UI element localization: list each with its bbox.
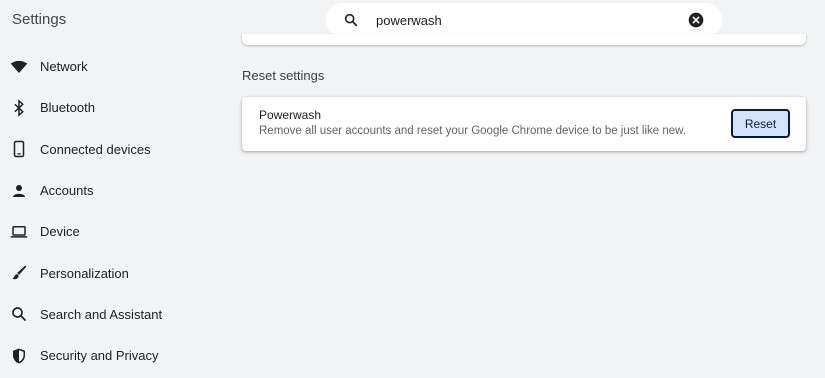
clear-search-icon[interactable] xyxy=(688,12,704,28)
sidebar-item-security-and-privacy[interactable]: Security and Privacy xyxy=(0,335,210,376)
sidebar-item-label: Bluetooth xyxy=(40,100,95,116)
sidebar-item-network[interactable]: Network xyxy=(0,46,210,87)
reset-button[interactable]: Reset xyxy=(731,109,790,138)
sidebar-item-search-and-assistant[interactable]: Search and Assistant xyxy=(0,294,210,335)
search-icon xyxy=(344,13,358,27)
previous-card xyxy=(242,34,806,45)
section-title: Reset settings xyxy=(242,68,325,83)
powerwash-description: Remove all user accounts and reset your … xyxy=(259,125,686,137)
sidebar-item-label: Personalization xyxy=(40,265,129,281)
phone-icon xyxy=(10,140,28,158)
settings-window: Settings Network Bluetooth xyxy=(0,0,825,378)
sidebar-item-bluetooth[interactable]: Bluetooth xyxy=(0,87,210,128)
shield-icon xyxy=(10,347,28,365)
sidebar-item-label: Search and Assistant xyxy=(40,306,163,322)
search-icon xyxy=(10,305,28,323)
search-input[interactable] xyxy=(376,10,676,30)
sidebar: Network Bluetooth Connected devices Acco… xyxy=(0,46,210,376)
sidebar-item-accounts[interactable]: Accounts xyxy=(0,170,210,211)
bluetooth-icon xyxy=(10,99,28,117)
search-box[interactable] xyxy=(326,3,722,37)
sidebar-item-label: Connected devices xyxy=(40,141,151,157)
app-title: Settings xyxy=(12,11,67,28)
sidebar-item-label: Device xyxy=(40,224,80,240)
sidebar-item-connected-devices[interactable]: Connected devices xyxy=(0,129,210,170)
sidebar-item-label: Security and Privacy xyxy=(40,348,159,364)
laptop-icon xyxy=(10,223,28,241)
powerwash-title: Powerwash xyxy=(259,108,322,122)
wifi-icon xyxy=(10,58,28,76)
sidebar-item-label: Accounts xyxy=(40,183,94,199)
sidebar-item-label: Network xyxy=(40,59,88,75)
powerwash-card: Powerwash Remove all user accounts and r… xyxy=(242,97,806,151)
person-icon xyxy=(10,182,28,200)
sidebar-item-personalization[interactable]: Personalization xyxy=(0,252,210,293)
sidebar-item-device[interactable]: Device xyxy=(0,211,210,252)
brush-icon xyxy=(10,264,28,282)
